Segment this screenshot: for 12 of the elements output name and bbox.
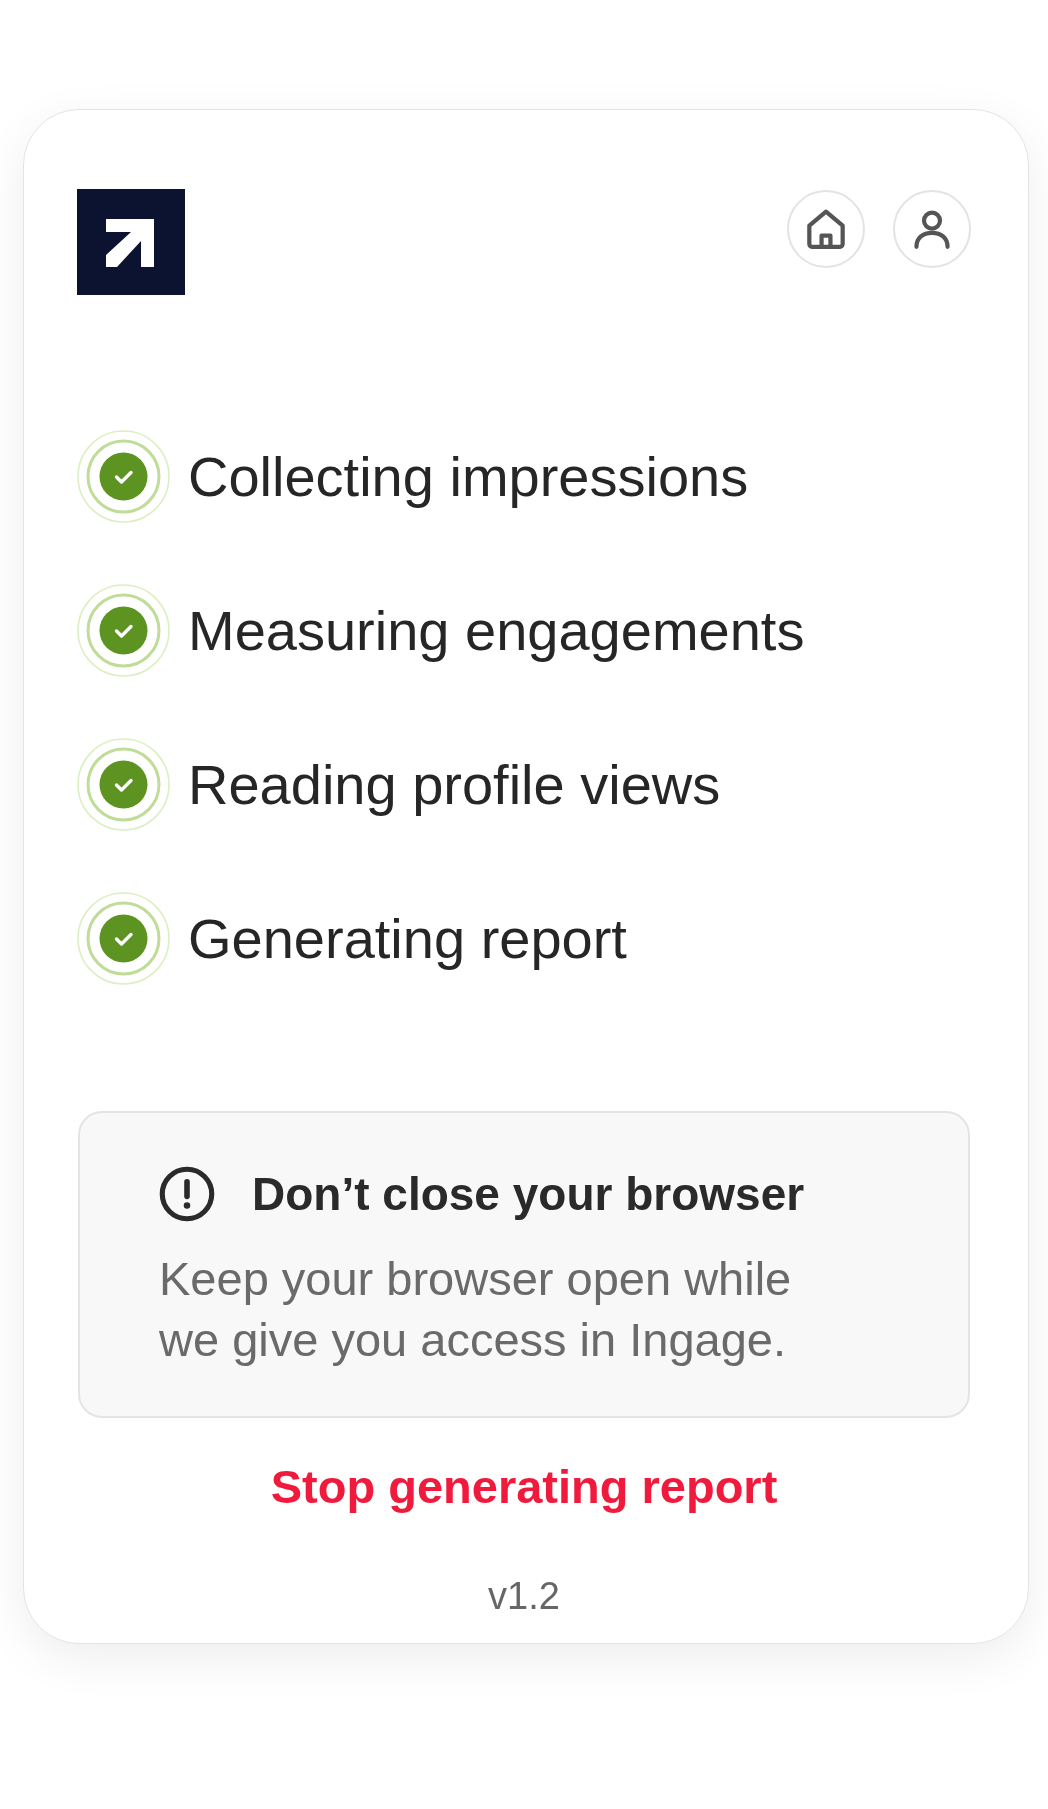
step-label: Measuring engagements (188, 597, 805, 664)
home-icon (806, 209, 846, 249)
step-label: Collecting impressions (188, 443, 749, 510)
notice-title: Don’t close your browser (252, 1167, 805, 1222)
user-icon (912, 209, 952, 249)
notice-message: Keep your browser open while we give you access in Ingage. (159, 1251, 793, 1368)
stop-generating-link[interactable]: Stop generating report (270, 1459, 778, 1515)
exclamation-circle-icon (159, 1166, 215, 1222)
version-label: v1.2 (488, 1574, 560, 1619)
logo-icon (77, 189, 185, 295)
step-label: Generating report (188, 905, 627, 972)
step-label: Reading profile views (188, 751, 721, 818)
